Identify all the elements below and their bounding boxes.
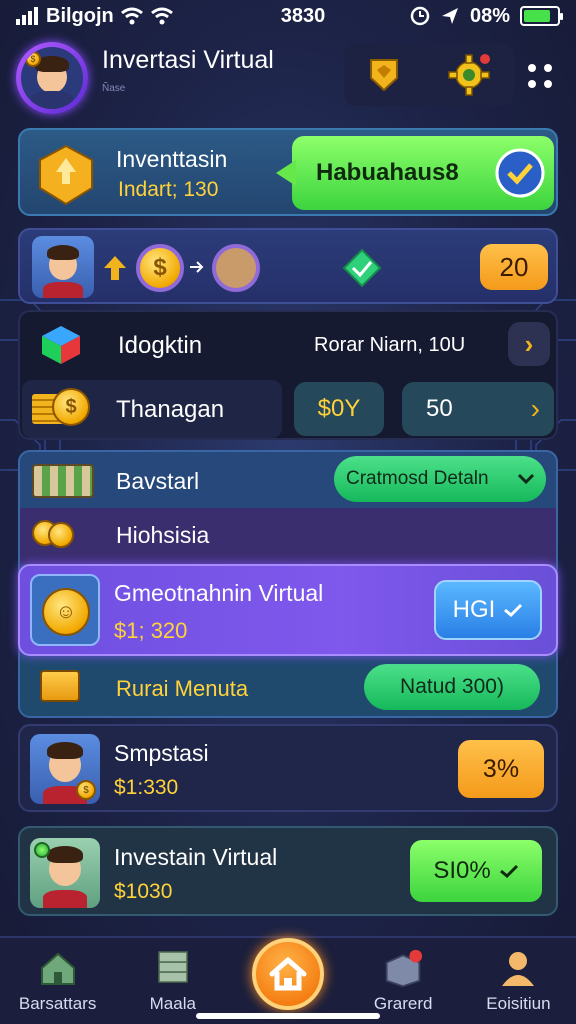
asset-value: $1030	[114, 880, 173, 903]
pointer-arrow	[276, 160, 296, 186]
details-dropdown[interactable]: Cratmosd Detaln	[334, 456, 546, 502]
nav-item-money[interactable]: Maala	[115, 938, 230, 1024]
home-button[interactable]	[252, 938, 324, 1010]
battery-percent: 08%	[469, 4, 510, 27]
money-stack-icon	[32, 464, 94, 498]
shield-icon	[39, 144, 93, 206]
asset-value: $1:330	[114, 776, 179, 799]
wifi-icon	[150, 7, 173, 25]
featured-card: ☺ Gmeotnahnin Virtual $1; 320 HGI	[18, 564, 558, 656]
quantity-chip[interactable]: 50 ›	[402, 382, 554, 436]
row-label: Hiohsisia	[116, 522, 210, 548]
app-header: $ Invertasi Virtual Ñase	[16, 40, 560, 116]
nav-item-home-base[interactable]: Barsattars	[0, 938, 115, 1024]
avatar	[32, 236, 94, 298]
gear-icon[interactable]	[447, 53, 491, 97]
home-icon	[269, 957, 307, 991]
avatar: $	[30, 734, 100, 804]
quantity-value: 50	[426, 395, 453, 422]
nav-item-safe[interactable]: Grarerd	[346, 938, 461, 1024]
investment-card: Inventtasin Indart; 130 Habuahaus8	[18, 128, 558, 216]
confirm-button-label: Habuahaus8	[316, 159, 459, 186]
avatar	[212, 244, 260, 292]
dropdown-label: Cratmosd Detaln	[346, 468, 489, 489]
header-actions	[344, 44, 514, 106]
nav-label: Grarerd	[373, 994, 433, 1013]
asset-title: Investain Virtual	[114, 844, 278, 870]
money-stack-icon	[158, 951, 188, 983]
nav-label: Maala	[149, 994, 196, 1013]
home-indicator[interactable]	[196, 1013, 380, 1019]
menu-dots-icon[interactable]	[528, 64, 554, 90]
percent-button[interactable]: 3%	[458, 740, 544, 798]
coin-icon: $	[136, 244, 184, 292]
status-bar: Bilgojn 3830 08%	[0, 0, 576, 32]
signal-icon	[16, 7, 38, 25]
status-time: 3830	[280, 4, 326, 27]
chevron-right-icon: ›	[530, 393, 540, 424]
safe-icon	[385, 949, 423, 988]
wifi-icon	[120, 7, 143, 25]
confirm-button[interactable]: Habuahaus8	[292, 136, 554, 210]
arrow-right-icon	[190, 261, 204, 273]
rank-badge-icon[interactable]	[367, 56, 401, 94]
featured-button[interactable]: HGI	[434, 580, 542, 640]
action-button[interactable]: Natud 300)	[364, 664, 540, 710]
carrier-name: Bilgojn	[46, 4, 114, 27]
chevron-right-icon[interactable]: ›	[508, 322, 550, 366]
featured-title: Gmeotnahnin Virtual	[114, 580, 324, 606]
row-label: Rurai Menuta	[116, 676, 249, 701]
house-icon	[40, 952, 75, 985]
exchange-card: $ 20	[18, 228, 558, 304]
percent-button-label: SI0%	[433, 857, 491, 884]
gem-icon	[342, 248, 382, 288]
asset-card: Investain Virtual $1030 SI0%	[18, 826, 558, 916]
alarm-icon	[410, 6, 430, 26]
card-title: Inventtasin	[116, 146, 228, 172]
row-label: Bavstarl	[116, 468, 200, 494]
location-icon	[441, 8, 458, 24]
cube-icon	[42, 326, 80, 364]
percent-button[interactable]: SI0%	[410, 840, 542, 902]
featured-value: $1; 320	[114, 618, 188, 643]
coins-icon	[32, 520, 76, 550]
nav-label: Eoisitiun	[486, 994, 551, 1013]
amount-chip[interactable]: $0Y	[294, 382, 384, 436]
asset-title: Smpstasi	[114, 740, 209, 766]
check-circle-icon	[495, 148, 545, 198]
chevron-down-icon	[518, 473, 534, 485]
asset-card: $ Smpstasi $1:330 3%	[18, 724, 558, 812]
row-label: Idogktin	[118, 332, 203, 359]
featured-button-label: HGI	[452, 596, 496, 623]
check-icon	[504, 603, 523, 617]
check-icon	[499, 864, 518, 878]
wallet-icon	[40, 670, 80, 702]
app-subtitle: Ñase	[102, 83, 126, 94]
user-icon	[502, 952, 535, 986]
card-value: Indart; 130	[118, 178, 219, 201]
count-badge[interactable]: 20	[480, 244, 548, 290]
nav-item-profile[interactable]: Eoisitiun	[461, 938, 576, 1024]
row-label: Thanagan	[116, 396, 225, 423]
arrow-up-icon	[104, 256, 126, 280]
coin-avatar: ☺	[30, 574, 100, 646]
row-band	[20, 508, 556, 564]
app-title: Invertasi Virtual	[102, 46, 274, 74]
money-stack-icon: $	[32, 388, 90, 428]
row-value: Rorar Niarn, 10U	[314, 334, 466, 356]
avatar	[30, 838, 100, 908]
battery-icon	[520, 6, 563, 26]
nav-label: Barsattars	[18, 994, 97, 1013]
avatar[interactable]: $	[16, 42, 88, 114]
details-container: Idogktin Rorar Niarn, 10U › $ Thanagan $…	[18, 310, 558, 440]
